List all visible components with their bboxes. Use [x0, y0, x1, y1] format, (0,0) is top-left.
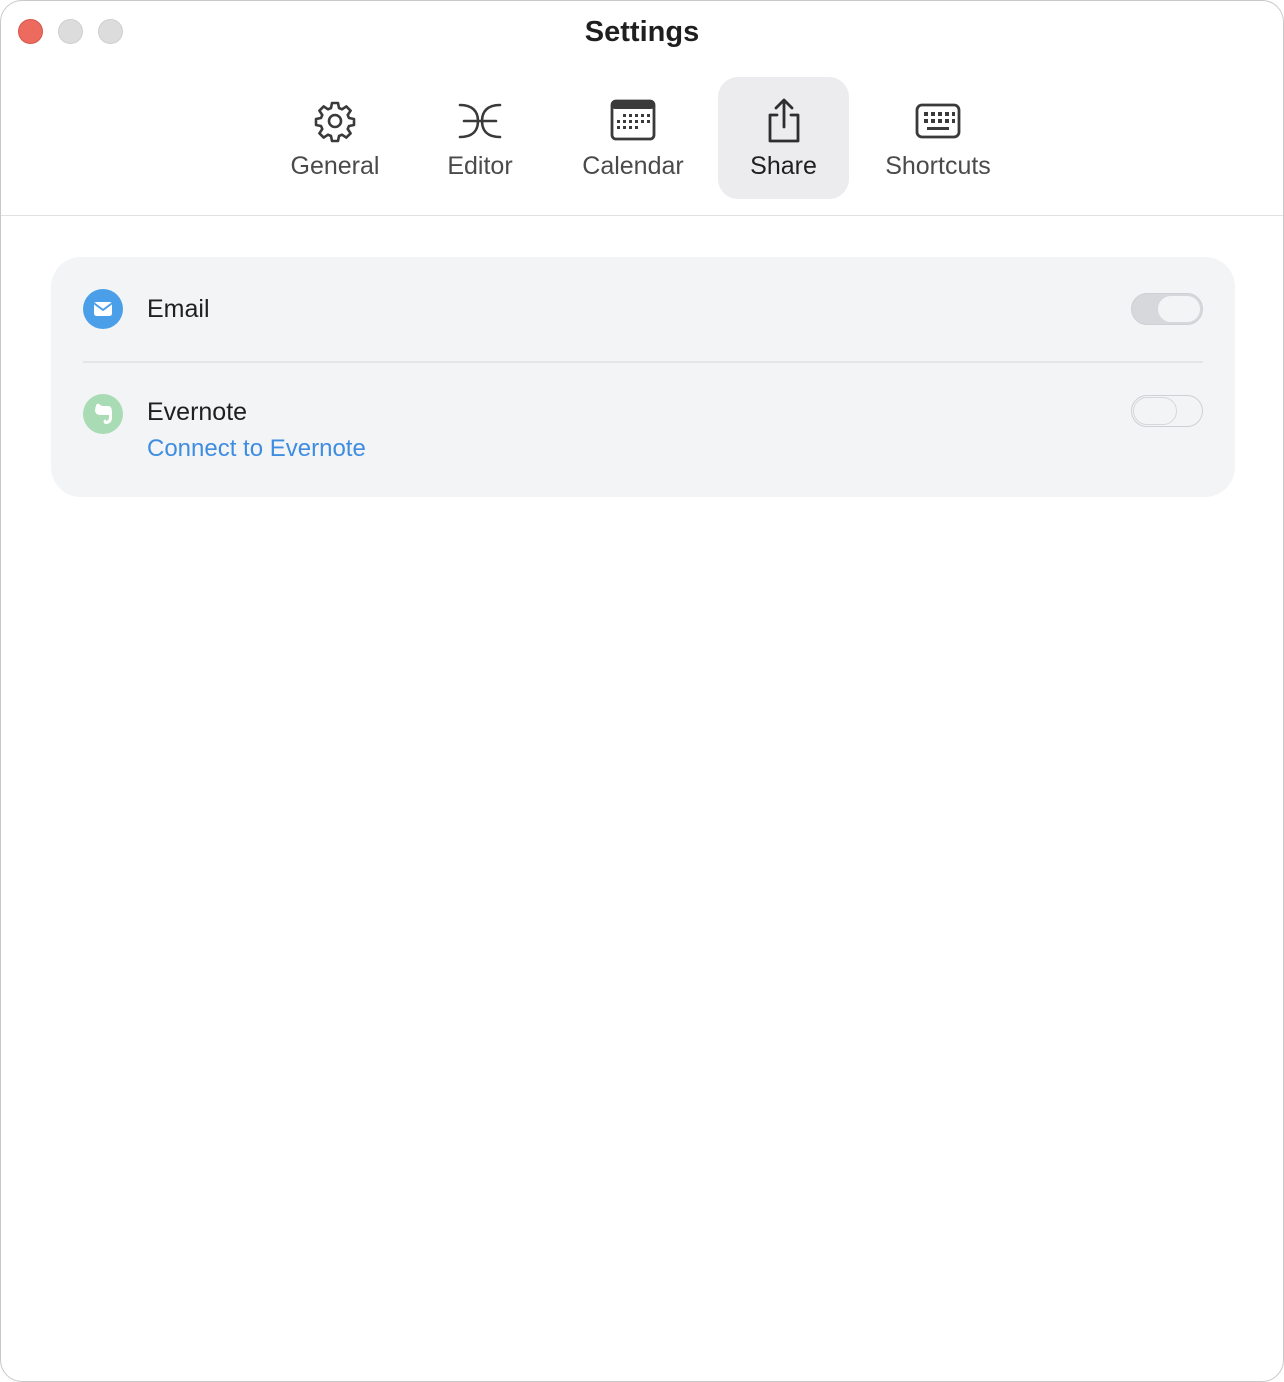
tab-shortcuts[interactable]: Shortcuts [867, 77, 1009, 199]
editor-glyph-icon [458, 103, 502, 139]
gear-icon [314, 101, 356, 143]
tab-general-label: General [290, 152, 380, 180]
evernote-label: Evernote [147, 398, 248, 426]
window-title: Settings [584, 16, 700, 48]
tab-editor-label: Editor [447, 152, 513, 180]
tab-share[interactable]: Share [718, 77, 849, 199]
evernote-toggle-knob [1133, 397, 1177, 425]
keyboard-icon [915, 103, 961, 139]
settings-tab-bar: General Editor Calendar Share Shortcuts [1, 77, 1283, 199]
evernote-toggle[interactable] [1131, 395, 1203, 427]
settings-window: Settings General Editor Calendar Share S… [0, 0, 1284, 1382]
calendar-icon [610, 99, 656, 141]
evernote-icon [83, 394, 123, 434]
envelope-icon [83, 289, 123, 329]
tab-general[interactable]: General [267, 77, 403, 199]
tab-editor[interactable]: Editor [417, 77, 543, 199]
email-toggle[interactable] [1131, 293, 1203, 325]
email-label: Email [147, 295, 210, 323]
tab-shortcuts-label: Shortcuts [885, 152, 991, 180]
email-toggle-knob [1157, 295, 1201, 323]
row-divider [83, 361, 1203, 363]
share-icon [768, 98, 799, 143]
share-services-card: Email Evernote Connect to Evernote [51, 257, 1235, 497]
toolbar-divider [1, 215, 1283, 216]
tab-share-label: Share [750, 152, 817, 180]
connect-evernote-link[interactable]: Connect to Evernote [147, 433, 366, 465]
tab-calendar-label: Calendar [582, 152, 684, 180]
tab-calendar[interactable]: Calendar [563, 77, 703, 199]
